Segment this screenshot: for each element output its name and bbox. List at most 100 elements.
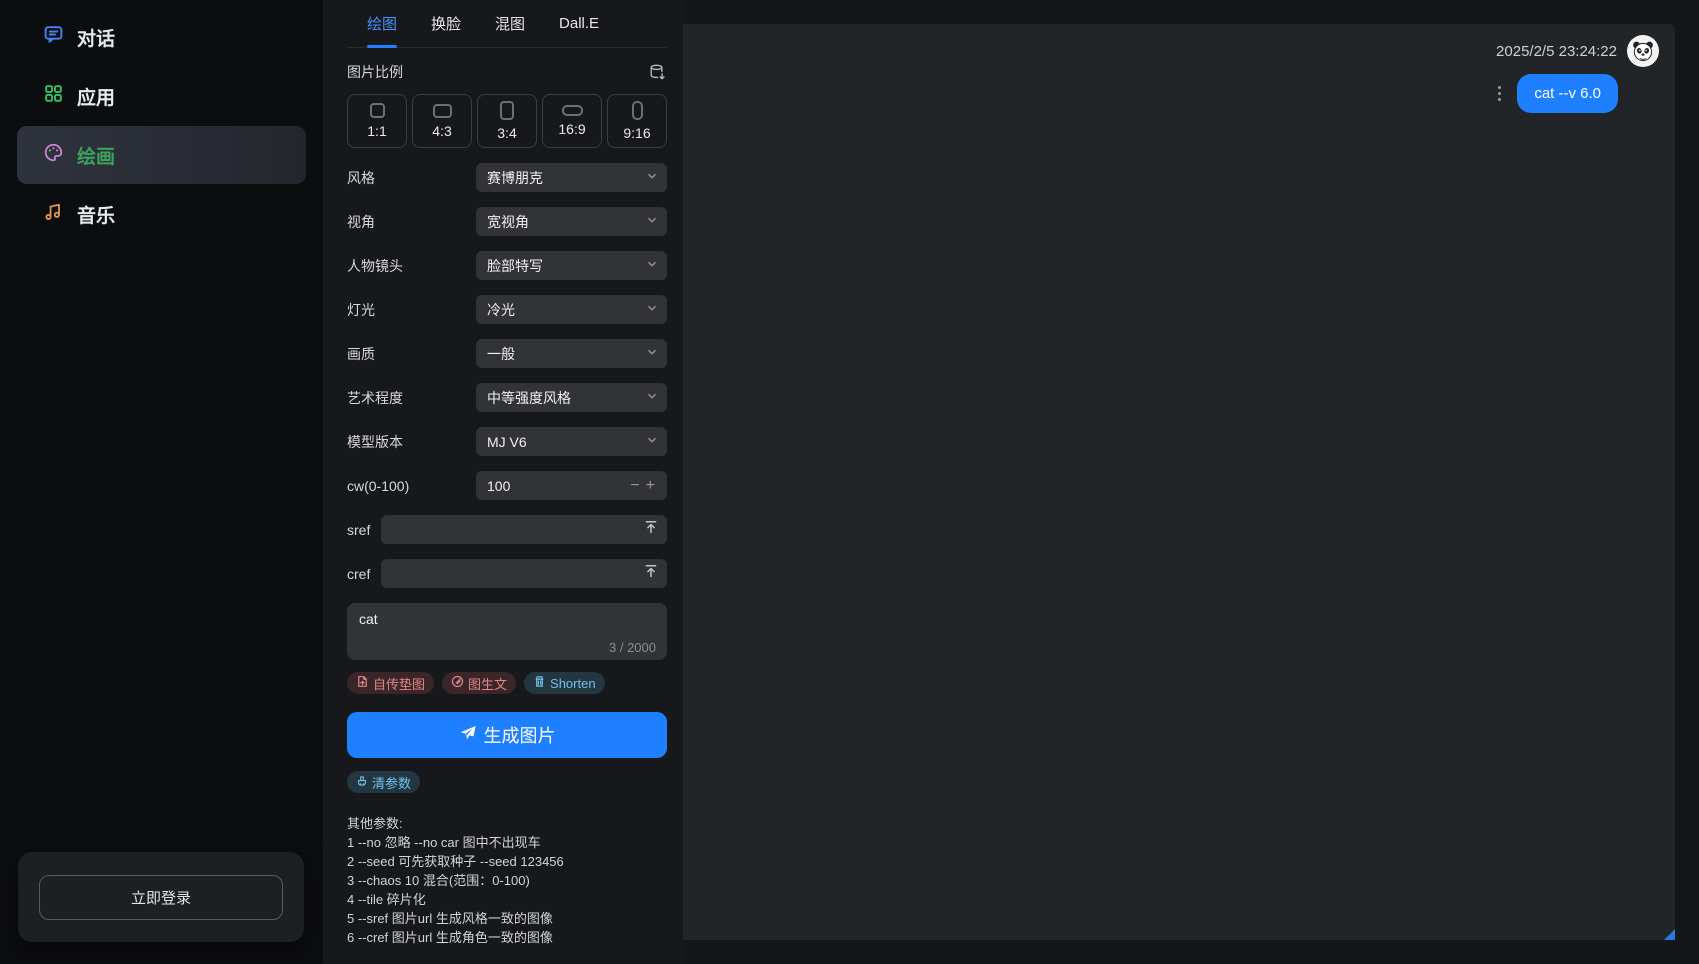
art-level-select[interactable]: 中等强度风格: [476, 383, 667, 412]
model-version-row: 模型版本 MJ V6: [347, 427, 667, 456]
ratio-4-3-button[interactable]: 4:3: [412, 94, 472, 148]
message-menu-icon[interactable]: [1496, 84, 1503, 103]
art-level-label: 艺术程度: [347, 388, 403, 408]
login-button[interactable]: 立即登录: [39, 875, 283, 920]
lighting-label: 灯光: [347, 300, 375, 320]
decrement-button[interactable]: −: [627, 478, 642, 494]
view-angle-value: 宽视角: [487, 212, 529, 232]
lighting-row: 灯光 冷光: [347, 295, 667, 324]
sidebar-item-label: 应用: [77, 83, 115, 110]
help-line: 5 --sref 图片url 生成风格一致的图像: [347, 909, 667, 928]
lighting-select[interactable]: 冷光: [476, 295, 667, 324]
image-to-text-icon: [451, 675, 464, 691]
sidebar-item-chat[interactable]: 对话: [17, 8, 306, 66]
quality-select[interactable]: 一般: [476, 339, 667, 368]
help-line: 3 --chaos 10 混合(范围：0-100): [347, 871, 667, 890]
other-params-help: 其他参数: 1 --no 忽略 --no car 图中不出现车 2 --seed…: [347, 814, 667, 947]
style-row: 风格 赛博朋克: [347, 163, 667, 192]
image-to-text-tag[interactable]: 图生文: [442, 672, 516, 694]
aspect-ratio-group: 1:1 4:3 3:4 16:9 9:16: [347, 94, 667, 148]
ratio-3-4-button[interactable]: 3:4: [477, 94, 537, 148]
cw-stepper[interactable]: 100 − +: [476, 471, 667, 500]
sref-row: sref: [347, 515, 667, 544]
tag-label: 自传垫图: [373, 674, 425, 693]
clear-icon: [356, 775, 368, 790]
cref-row: cref: [347, 559, 667, 588]
model-version-value: MJ V6: [487, 434, 527, 450]
clear-params-tag[interactable]: 清参数: [347, 771, 420, 793]
view-angle-row: 视角 宽视角: [347, 207, 667, 236]
cw-row: cw(0-100) 100 − +: [347, 471, 667, 500]
ratio-16-9-icon: [562, 105, 583, 116]
quality-value: 一般: [487, 344, 515, 364]
message-meta: 2025/2/5 23:24:22: [1496, 35, 1659, 67]
ratio-9-16-icon: [632, 101, 643, 120]
clear-params-row: 清参数: [347, 771, 667, 793]
view-angle-select[interactable]: 宽视角: [476, 207, 667, 236]
chevron-down-icon: [646, 301, 658, 319]
character-shot-select[interactable]: 脸部特写: [476, 251, 667, 280]
help-line: 4 --tile 碎片化: [347, 890, 667, 909]
chat-area: 2025/2/5 23:24:22 cat --v 6.0: [683, 0, 1699, 964]
style-select[interactable]: 赛博朋克: [476, 163, 667, 192]
model-version-label: 模型版本: [347, 432, 403, 452]
user-message-group: 2025/2/5 23:24:22 cat --v 6.0: [1496, 35, 1659, 113]
sref-label: sref: [347, 522, 370, 538]
prompt-textarea[interactable]: cat 3 / 2000: [347, 603, 667, 660]
generate-image-label: 生成图片: [484, 722, 556, 748]
ratio-label: 3:4: [497, 125, 516, 141]
resize-corner: [1664, 929, 1675, 940]
prompt-tools: 自传垫图 图生文 Shorten: [347, 672, 667, 694]
tab-face-swap[interactable]: 换脸: [431, 0, 461, 47]
ratio-9-16-button[interactable]: 9:16: [607, 94, 667, 148]
paper-plane-icon: [459, 724, 477, 747]
ratio-label: 9:16: [623, 125, 650, 141]
tab-draw[interactable]: 绘图: [367, 0, 397, 47]
sidebar-item-music[interactable]: 音乐: [17, 185, 306, 243]
sidebar-item-label: 音乐: [77, 201, 115, 228]
cref-input[interactable]: [381, 559, 667, 588]
character-shot-label: 人物镜头: [347, 256, 403, 276]
art-level-value: 中等强度风格: [487, 388, 571, 408]
ratio-16-9-button[interactable]: 16:9: [542, 94, 602, 148]
chevron-down-icon: [646, 257, 658, 275]
character-shot-row: 人物镜头 脸部特写: [347, 251, 667, 280]
shorten-icon: [533, 675, 546, 691]
ratio-label: 4:3: [432, 123, 451, 139]
sidebar-item-apps[interactable]: 应用: [17, 67, 306, 125]
sref-input[interactable]: [381, 515, 667, 544]
upload-icon[interactable]: [644, 564, 658, 583]
sidebar-item-draw[interactable]: 绘画: [17, 126, 306, 184]
ratio-3-4-icon: [500, 101, 514, 120]
chevron-down-icon: [646, 389, 658, 407]
user-avatar: [1627, 35, 1659, 67]
character-shot-value: 脸部特写: [487, 256, 543, 276]
message-row: cat --v 6.0: [1496, 74, 1618, 113]
tag-label: 图生文: [468, 674, 507, 693]
user-message-bubble: cat --v 6.0: [1517, 74, 1618, 113]
tag-label: Shorten: [550, 676, 596, 691]
chevron-down-icon: [646, 213, 658, 231]
shorten-tag[interactable]: Shorten: [524, 672, 605, 694]
lighting-value: 冷光: [487, 300, 515, 320]
sidebar-item-label: 对话: [77, 24, 115, 51]
draw-settings-panel: 绘图 换脸 混图 Dall.E 图片比例 1:1 4:3 3:4: [323, 0, 683, 964]
generate-image-button[interactable]: 生成图片: [347, 712, 667, 758]
chevron-down-icon: [646, 169, 658, 187]
quality-label: 画质: [347, 344, 375, 364]
prompt-value: cat: [359, 611, 655, 627]
tab-dalle[interactable]: Dall.E: [559, 0, 599, 47]
database-import-icon[interactable]: [648, 63, 667, 82]
chat-bubble-icon: [43, 24, 64, 51]
sidebar-nav: 对话 应用 绘画 音乐: [0, 0, 323, 243]
other-params-title: 其他参数:: [347, 814, 667, 833]
upload-icon[interactable]: [644, 520, 658, 539]
increment-button[interactable]: +: [643, 478, 658, 494]
char-counter: 3 / 2000: [609, 640, 656, 655]
upload-base-image-tag[interactable]: 自传垫图: [347, 672, 434, 694]
model-version-select[interactable]: MJ V6: [476, 427, 667, 456]
ratio-section-label: 图片比例: [347, 62, 403, 82]
tab-blend[interactable]: 混图: [495, 0, 525, 47]
ratio-1-1-button[interactable]: 1:1: [347, 94, 407, 148]
ratio-label: 1:1: [367, 123, 386, 139]
